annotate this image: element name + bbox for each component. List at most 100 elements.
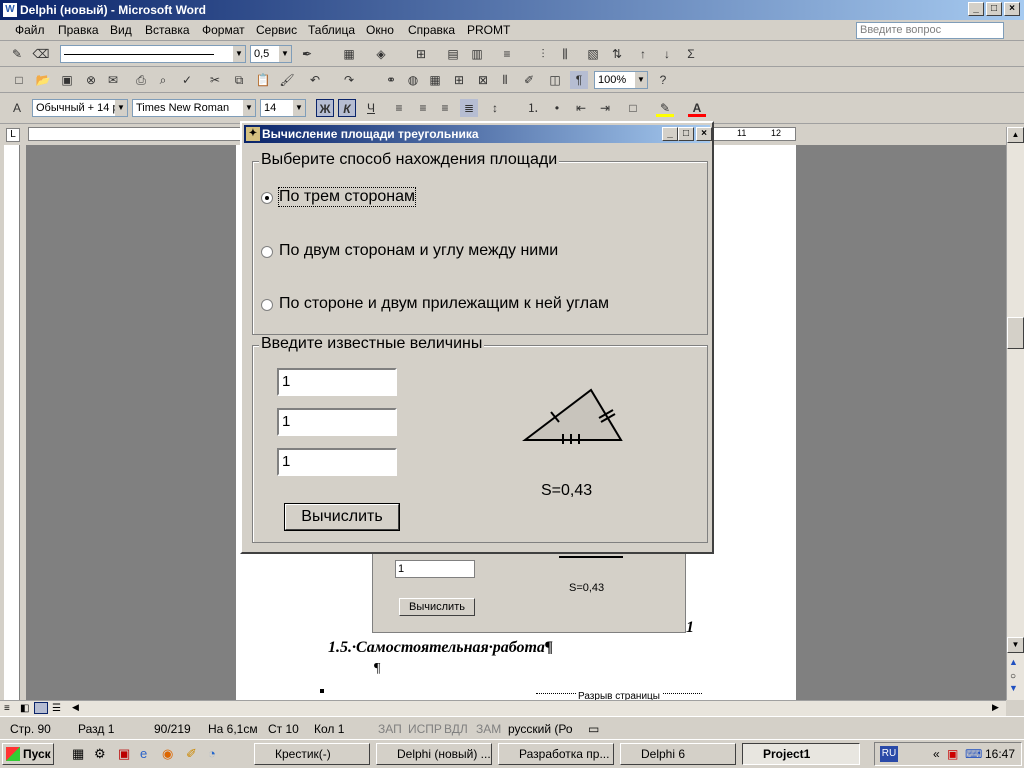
align-cell-icon[interactable]: ≡ — [498, 45, 516, 63]
spelling-icon[interactable]: ✓ — [178, 71, 196, 89]
distribute-rows-icon[interactable]: ⫶ — [534, 45, 552, 63]
ie-icon[interactable]: e — [140, 746, 147, 761]
menu-file[interactable]: Файл — [15, 23, 45, 37]
menu-tools[interactable]: Сервис — [256, 23, 297, 37]
fill-color-icon[interactable]: ◈ — [372, 45, 390, 63]
save-icon[interactable]: ▣ — [58, 71, 76, 89]
horizontal-scrollbar[interactable]: ≡ ◧ ☰ ◀ ▶ — [0, 700, 1006, 716]
cut-icon[interactable]: ✂ — [206, 71, 224, 89]
menu-insert[interactable]: Вставка — [145, 23, 190, 37]
menu-view[interactable]: Вид — [110, 23, 132, 37]
redo-icon[interactable]: ↷ — [340, 71, 358, 89]
vertical-ruler[interactable] — [4, 145, 20, 700]
maximize-button[interactable]: □ — [986, 2, 1002, 16]
side-b-input[interactable]: 1 — [277, 408, 397, 436]
outlook-icon[interactable]: ◔ — [208, 746, 216, 761]
line-style-select[interactable]: ▼ — [60, 45, 246, 63]
format-painter-icon[interactable]: 🖌 — [278, 71, 296, 89]
scroll-up-icon[interactable]: ▲ — [1007, 127, 1024, 143]
task-delphi-word[interactable]: Delphi (новый) ... — [376, 743, 492, 765]
print-icon[interactable]: ⎙ — [132, 71, 150, 89]
menu-table[interactable]: Таблица — [308, 23, 355, 37]
drawing-icon[interactable]: ✐ — [520, 71, 538, 89]
minimize-button[interactable]: _ — [968, 2, 984, 16]
radio-side-two-angles[interactable]: По стороне и двум прилежащим к ней углам — [261, 295, 681, 317]
task-project1[interactable]: Project1 — [742, 743, 860, 765]
tab-selector[interactable]: L — [6, 128, 20, 142]
dialog-minimize-button[interactable]: _ — [662, 127, 678, 141]
numbering-icon[interactable]: ⒈ — [524, 99, 542, 117]
status-trk[interactable]: ИСПР — [408, 722, 442, 736]
browse-object-icon[interactable]: ○ — [1010, 671, 1016, 682]
align-left-icon[interactable]: ≡ — [390, 99, 408, 117]
styles-pane-icon[interactable]: A — [8, 99, 26, 117]
side-a-input[interactable]: 1 — [277, 368, 397, 396]
align-center-icon[interactable]: ≡ — [414, 99, 432, 117]
radio-three-sides[interactable]: По трем сторонам — [261, 187, 561, 210]
sort-descending-icon[interactable]: ↓ — [658, 45, 676, 63]
save-app-icon[interactable]: ▣ — [118, 746, 130, 762]
style-select[interactable]: Обычный + 14 р ▼ — [32, 99, 128, 117]
normal-view-icon[interactable]: ≡ — [4, 703, 10, 714]
decrease-indent-icon[interactable]: ⇤ — [572, 99, 590, 117]
menu-edit[interactable]: Правка — [58, 23, 99, 37]
web-icon[interactable]: ◍ — [404, 71, 422, 89]
scroll-left-icon[interactable]: ◀ — [72, 702, 79, 713]
ask-question-input[interactable]: Введите вопрос — [856, 22, 1004, 39]
show-formatting-icon[interactable]: ¶ — [570, 71, 588, 89]
undo-icon[interactable]: ↶ — [306, 71, 324, 89]
status-ext[interactable]: ВДЛ — [444, 722, 468, 736]
align-right-icon[interactable]: ≡ — [436, 99, 454, 117]
menu-help[interactable]: Справка — [408, 23, 455, 37]
underline-button[interactable]: Ч — [362, 99, 380, 117]
dialog-close-button[interactable]: × — [696, 127, 712, 141]
status-ovr[interactable]: ЗАМ — [476, 722, 501, 736]
zoom-select[interactable]: 100% ▼ — [594, 71, 648, 89]
dialog-maximize-button[interactable]: □ — [678, 127, 694, 141]
open-icon[interactable]: 📂 — [34, 71, 52, 89]
tray-keyboard-icon[interactable]: ⌨ — [965, 747, 982, 761]
menu-window[interactable]: Окно — [366, 23, 394, 37]
paste-icon[interactable]: 📋 — [254, 71, 272, 89]
spelling-status-icon[interactable]: ▭ — [588, 722, 599, 736]
tray-expand-icon[interactable]: « — [933, 747, 940, 761]
pencil-icon[interactable]: ✎ — [8, 45, 26, 63]
split-cells-icon[interactable]: ▥ — [468, 45, 486, 63]
bold-button[interactable]: Ж — [316, 99, 334, 117]
excel-icon[interactable]: ⊠ — [474, 71, 492, 89]
autoformat-icon[interactable]: ▧ — [584, 45, 602, 63]
print-preview-icon[interactable]: ⌕ — [154, 71, 172, 89]
app-icon[interactable]: ✐ — [186, 746, 197, 762]
start-button[interactable]: Пуск — [2, 743, 54, 765]
increase-indent-icon[interactable]: ⇥ — [596, 99, 614, 117]
line-spacing-icon[interactable]: ↕ — [486, 99, 504, 117]
font-size-select[interactable]: 14 ▼ — [260, 99, 306, 117]
merge-cells-icon[interactable]: ▤ — [444, 45, 462, 63]
side-c-input[interactable]: 1 — [277, 448, 397, 476]
text-direction-icon[interactable]: ⇅ — [608, 45, 626, 63]
task-development[interactable]: Разработка пр... — [498, 743, 614, 765]
status-rec[interactable]: ЗАП — [378, 722, 402, 736]
task-krestik[interactable]: Крестик(-) — [254, 743, 370, 765]
italic-button[interactable]: К — [338, 99, 356, 117]
previous-page-icon[interactable]: ▲ — [1009, 657, 1018, 667]
web-layout-icon[interactable]: ◧ — [20, 703, 29, 714]
distribute-cols-icon[interactable]: ⫼ — [556, 45, 574, 63]
close-button[interactable]: × — [1004, 2, 1020, 16]
outline-view-icon[interactable]: ☰ — [52, 703, 61, 714]
new-document-icon[interactable]: □ — [10, 71, 28, 89]
outside-border-icon[interactable]: □ — [624, 99, 642, 117]
table-icon[interactable]: ⊞ — [450, 71, 468, 89]
explorer-icon[interactable]: ⚙ — [94, 746, 106, 762]
media-player-icon[interactable]: ◉ — [162, 746, 173, 762]
border-color-icon[interactable]: ✒ — [298, 45, 316, 63]
help-icon[interactable]: ? — [654, 71, 672, 89]
copy-icon[interactable]: ⧉ — [230, 71, 248, 89]
justify-icon[interactable]: ≣ — [460, 99, 478, 117]
sort-ascending-icon[interactable]: ↑ — [634, 45, 652, 63]
scroll-right-icon[interactable]: ▶ — [992, 702, 999, 713]
task-delphi6[interactable]: Delphi 6 — [620, 743, 736, 765]
vertical-scrollbar[interactable]: ▲ ▼ ▲ ○ ▼ — [1006, 127, 1024, 700]
font-select[interactable]: Times New Roman ▼ — [132, 99, 256, 117]
line-width-select[interactable]: 0,5 ▼ — [250, 45, 292, 63]
